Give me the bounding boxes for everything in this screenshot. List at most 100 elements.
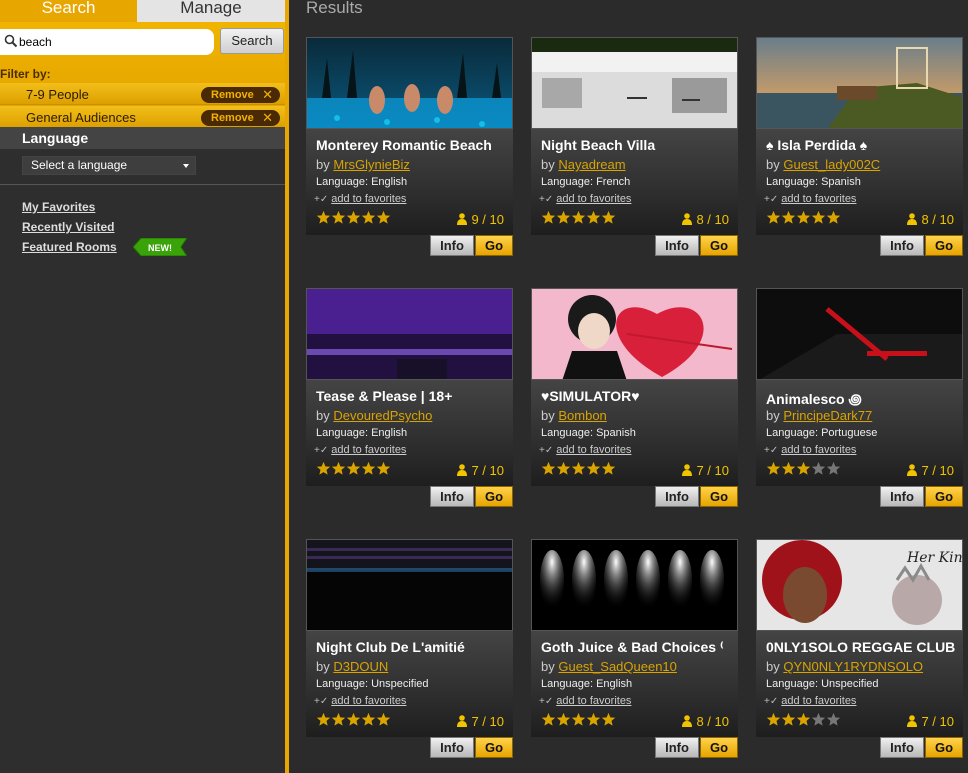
remove-label: Remove [211,112,254,124]
room-thumbnail[interactable] [756,37,963,129]
room-title: ♥SIMULATOR♥ [541,388,640,404]
add-to-favorites-link[interactable]: add to favorites [556,444,631,456]
by-label: by [766,659,780,674]
room-owner-link[interactable]: QYN0NLY1RYDNSOLO [783,659,923,674]
search-field[interactable] [0,29,214,55]
language-value: Spanish [821,176,861,188]
occupancy: 8 / 10 [682,212,729,227]
add-to-favorites-link[interactable]: add to favorites [331,193,406,205]
room-thumbnail[interactable] [756,288,963,380]
room-owner-line: by QYN0NLY1RYDNSOLO [766,659,923,674]
info-button[interactable]: Info [430,486,474,507]
language-value: Portuguese [821,427,878,439]
go-button[interactable]: Go [475,737,513,758]
room-language: Language: French [541,176,630,188]
room-title: ♠ Isla Perdida ♠ [766,137,868,153]
room-card: Goth Juice & Bad Choices ⁽ by Guest_SadQ… [531,539,738,759]
room-card: ♥SIMULATOR♥ by Bombon Language: Spanish … [531,288,738,508]
info-button[interactable]: Info [880,486,924,507]
remove-filter-button[interactable]: Remove ✕ [201,110,280,126]
room-thumbnail[interactable] [306,288,513,380]
language-select[interactable]: Select a language [22,156,196,175]
room-owner-link[interactable]: Guest_lady002C [783,157,880,172]
language-select-value: Select a language [31,158,128,172]
info-button[interactable]: Info [880,235,924,256]
search-input[interactable] [19,33,209,51]
room-owner-link[interactable]: Nayadream [558,157,625,172]
add-favorite-icon: +✓ [314,445,329,456]
room-owner-link[interactable]: D3DOUN [333,659,388,674]
go-button[interactable]: Go [700,235,738,256]
room-owner-link[interactable]: DevouredPsycho [333,408,432,423]
go-button[interactable]: Go [925,737,963,758]
language-prefix: Language: [316,678,368,690]
room-title: Goth Juice & Bad Choices ⁽ [541,639,724,655]
star-icon [375,460,392,476]
occupancy-count: 9 / 10 [471,212,504,227]
occupancy: 8 / 10 [682,714,729,729]
occupancy-count: 7 / 10 [471,714,504,729]
room-thumbnail[interactable] [306,539,513,631]
room-owner-line: by Bombon [541,408,607,423]
info-button[interactable]: Info [880,737,924,758]
sidebar: Search Manage Search Filter by: 7-9 Peop… [0,0,285,773]
info-button[interactable]: Info [430,235,474,256]
add-to-favorites-link[interactable]: add to favorites [781,444,856,456]
go-button[interactable]: Go [700,737,738,758]
occupancy-count: 7 / 10 [921,714,954,729]
room-owner-link[interactable]: Guest_SadQueen10 [558,659,677,674]
my-favorites-link[interactable]: My Favorites [22,200,95,214]
add-to-favorites-link[interactable]: add to favorites [781,695,856,707]
person-icon [907,213,918,225]
tab-search[interactable]: Search [0,0,137,22]
go-button[interactable]: Go [925,235,963,256]
room-thumbnail[interactable] [531,288,738,380]
info-button[interactable]: Info [655,235,699,256]
room-owner-line: by Nayadream [541,157,626,172]
add-favorite-icon: +✓ [764,696,779,707]
language-value: French [596,176,631,188]
occupancy: 7 / 10 [457,714,504,729]
recently-visited-link[interactable]: Recently Visited [22,220,114,234]
add-to-favorites-link[interactable]: add to favorites [331,444,406,456]
add-favorites: +✓ add to favorites [539,193,631,205]
room-owner-line: by Guest_SadQueen10 [541,659,677,674]
language-header: Language [0,127,285,149]
add-to-favorites-link[interactable]: add to favorites [556,695,631,707]
room-title: Monterey Romantic Beach [316,137,492,153]
room-thumbnail[interactable]: Her King [756,539,963,631]
go-button[interactable]: Go [475,235,513,256]
star-icon [825,711,842,727]
tab-bar: Search Manage [0,0,285,22]
info-button[interactable]: Info [655,737,699,758]
room-title: Night Club De L'amitié [316,639,465,655]
room-info: Animalesco ꩜ by PrincipeDark77 Language:… [756,380,963,486]
occupancy-count: 8 / 10 [696,714,729,729]
add-favorite-icon: +✓ [764,445,779,456]
go-button[interactable]: Go [475,486,513,507]
by-label: by [541,157,555,172]
remove-filter-button[interactable]: Remove ✕ [201,87,280,103]
tab-manage[interactable]: Manage [137,0,285,22]
featured-rooms-link[interactable]: Featured Rooms [22,240,117,254]
info-button[interactable]: Info [430,737,474,758]
language-prefix: Language: [766,176,818,188]
star-icon [825,460,842,476]
room-thumbnail[interactable] [306,37,513,129]
search-button[interactable]: Search [220,28,284,54]
info-button[interactable]: Info [655,486,699,507]
add-favorite-icon: +✓ [764,194,779,205]
add-to-favorites-link[interactable]: add to favorites [556,193,631,205]
add-to-favorites-link[interactable]: add to favorites [331,695,406,707]
occupancy: 7 / 10 [907,714,954,729]
room-thumbnail[interactable] [531,37,738,129]
room-owner-line: by D3DOUN [316,659,388,674]
room-owner-link[interactable]: Bombon [558,408,606,423]
go-button[interactable]: Go [925,486,963,507]
add-to-favorites-link[interactable]: add to favorites [781,193,856,205]
rating-stars [540,711,617,729]
room-thumbnail[interactable] [531,539,738,631]
room-owner-link[interactable]: MrsGlynieBiz [333,157,410,172]
room-owner-link[interactable]: PrincipeDark77 [783,408,872,423]
go-button[interactable]: Go [700,486,738,507]
